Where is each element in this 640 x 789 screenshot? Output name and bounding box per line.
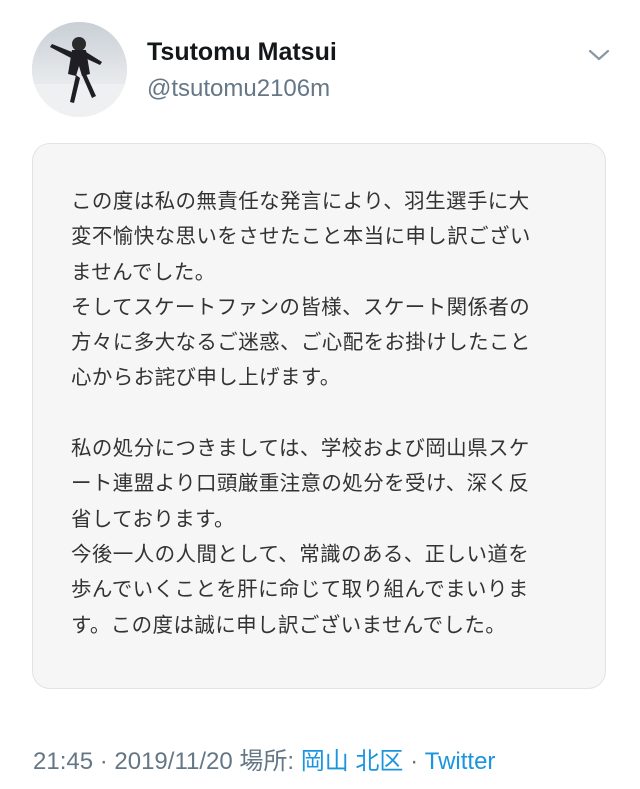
apology-statement: この度は私の無責任な発言により、羽生選手に大 変不愉快な思いをさせたこと本当に申… [71,184,581,643]
statement-line: 心からお詫び申し上げます。 [71,365,341,390]
statement-line [71,396,581,431]
avatar[interactable] [32,22,127,117]
display-name[interactable]: Tsutomu Matsui [147,38,337,67]
profile-photo-icon [32,22,127,117]
statement-line: 今後一人の人間として、常識のある、正しい道を [71,541,530,566]
chevron-down-icon[interactable] [584,44,614,66]
statement-line: 私の処分につきましては、学校および岡山県スケ [71,436,530,461]
tweet-date[interactable]: 2019/11/20 [114,748,232,775]
statement-line: 方々に多大なるご迷惑、ご心配をお掛けしたこと [71,330,531,355]
tweet-time[interactable]: 21:45 [33,748,93,775]
tweet-header: Tsutomu Matsui @tsutomu2106m [0,0,640,130]
statement-line: す。この度は誠に申し訳ございませんでした。 [71,612,507,637]
user-handle[interactable]: @tsutomu2106m [147,75,330,103]
source-link[interactable]: Twitter [425,748,496,775]
statement-line: 省しております。 [71,506,235,531]
location-link[interactable]: 岡山 北区 [301,748,404,775]
statement-line: この度は私の無責任な発言により、羽生選手に大 [71,189,530,213]
statement-line: そしてスケートファンの皆様、スケート関係者の [71,294,531,319]
tweet-metadata: 21:45 · 2019/11/20 場所: 岡山 北区 · Twitter [33,741,495,776]
tweet-image-card[interactable]: この度は私の無責任な発言により、羽生選手に大 変不愉快な思いをさせたこと本当に申… [32,143,606,689]
meta-separator: · [93,748,115,775]
meta-separator: · [403,748,425,775]
location-label: 場所: [239,748,301,775]
statement-line: 歩んでいくことを肝に命じて取り組んでまいりま [71,577,529,602]
statement-line: 変不愉快な思いをさせたこと本当に申し訳ござい [71,224,531,249]
statement-line: ませんでした。 [71,259,216,284]
statement-line: ート連盟より口頭厳重注意の処分を受け、深く反 [71,471,530,496]
